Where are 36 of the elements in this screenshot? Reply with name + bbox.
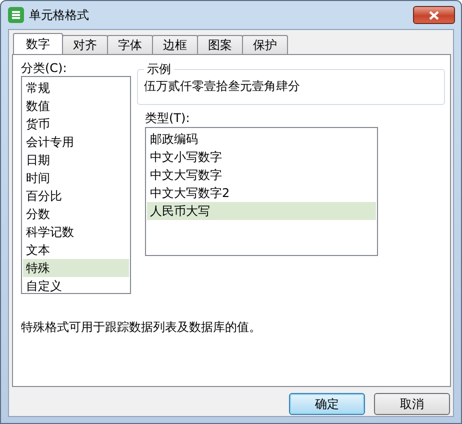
list-item[interactable]: 数值 bbox=[23, 97, 129, 115]
list-item[interactable]: 中文大写数字2 bbox=[147, 184, 376, 202]
window-title: 单元格格式 bbox=[29, 6, 89, 24]
list-item[interactable]: 常规 bbox=[23, 79, 129, 97]
tab[interactable]: 字体 bbox=[107, 35, 153, 54]
list-item[interactable]: 文本 bbox=[23, 241, 129, 259]
list-item[interactable]: 中文大写数字 bbox=[147, 166, 376, 184]
group-label: 示例 bbox=[144, 61, 174, 78]
ok-button[interactable]: 确定 bbox=[289, 393, 365, 415]
list-item[interactable]: 中文小写数字 bbox=[147, 148, 376, 166]
tab[interactable]: 边框 bbox=[152, 35, 198, 54]
list-item[interactable]: 时间 bbox=[23, 169, 129, 187]
tab[interactable]: 对齐 bbox=[62, 35, 108, 54]
field-label: 分类(C): bbox=[21, 61, 68, 76]
list-item[interactable]: 邮政编码 bbox=[147, 130, 376, 148]
close-button[interactable] bbox=[413, 6, 455, 24]
description-text: 特殊格式可用于跟踪数据列表及数据库的值。 bbox=[21, 319, 261, 336]
list-item[interactable]: 百分比 bbox=[23, 187, 129, 205]
list-item[interactable]: 分数 bbox=[23, 205, 129, 223]
cancel-button[interactable]: 取消 bbox=[374, 393, 450, 415]
list-box[interactable]: 常规 数值 货币 会计专用 日期 时间 百分比 分数 科学记数 文本 特殊 自定义 bbox=[21, 76, 131, 294]
tab[interactable]: 数字 bbox=[13, 33, 63, 54]
list-item[interactable]: 会计专用 bbox=[23, 133, 129, 151]
field-label: 类型(T): bbox=[145, 111, 191, 126]
tab[interactable]: 保护 bbox=[242, 35, 288, 54]
app-icon bbox=[8, 7, 24, 23]
list-item[interactable]: 自定义 bbox=[23, 277, 129, 295]
list-item[interactable]: 科学记数 bbox=[23, 223, 129, 241]
tab[interactable]: 图案 bbox=[197, 35, 243, 54]
list-item[interactable]: 日期 bbox=[23, 151, 129, 169]
sample-value: 伍万贰仟零壹拾叁元壹角肆分 bbox=[144, 79, 300, 93]
list-box[interactable]: 邮政编码 中文小写数字 中文大写数字 中文大写数字2 人民币大写 bbox=[145, 127, 378, 256]
list-item[interactable]: 特殊 bbox=[23, 259, 129, 277]
close-icon bbox=[429, 10, 439, 20]
list-item[interactable]: 人民币大写 bbox=[147, 202, 376, 220]
list-item[interactable]: 货币 bbox=[23, 115, 129, 133]
